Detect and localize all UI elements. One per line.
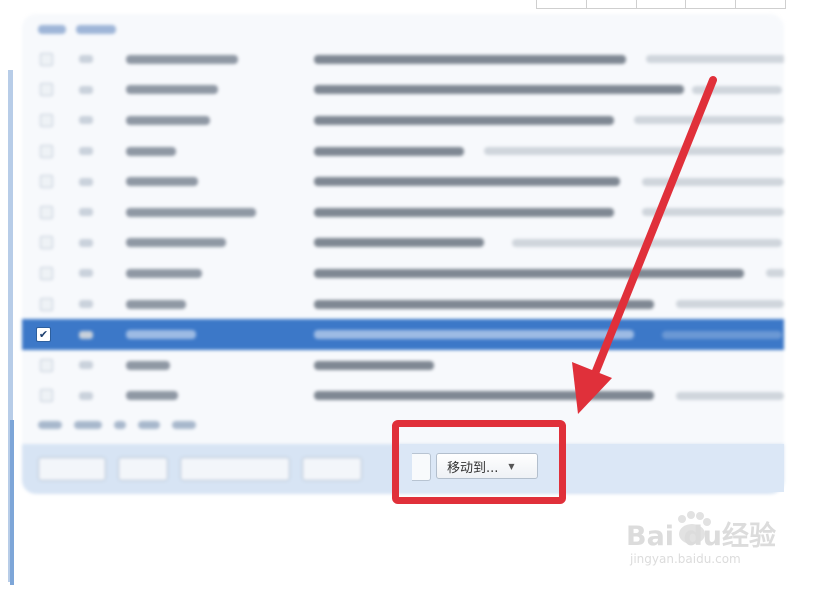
watermark-brand: Bai du经验 bbox=[626, 521, 777, 552]
pointer-arrow-icon bbox=[572, 76, 717, 414]
baidu-jingyan-watermark: Bai du经验 jingyan.baidu.com bbox=[626, 508, 776, 578]
watermark-site: jingyan.baidu.com bbox=[630, 552, 741, 566]
screenshot-stage: ✔ 移动到... ▼ Bai du经验 jingyan.baidu.com bbox=[0, 0, 818, 592]
